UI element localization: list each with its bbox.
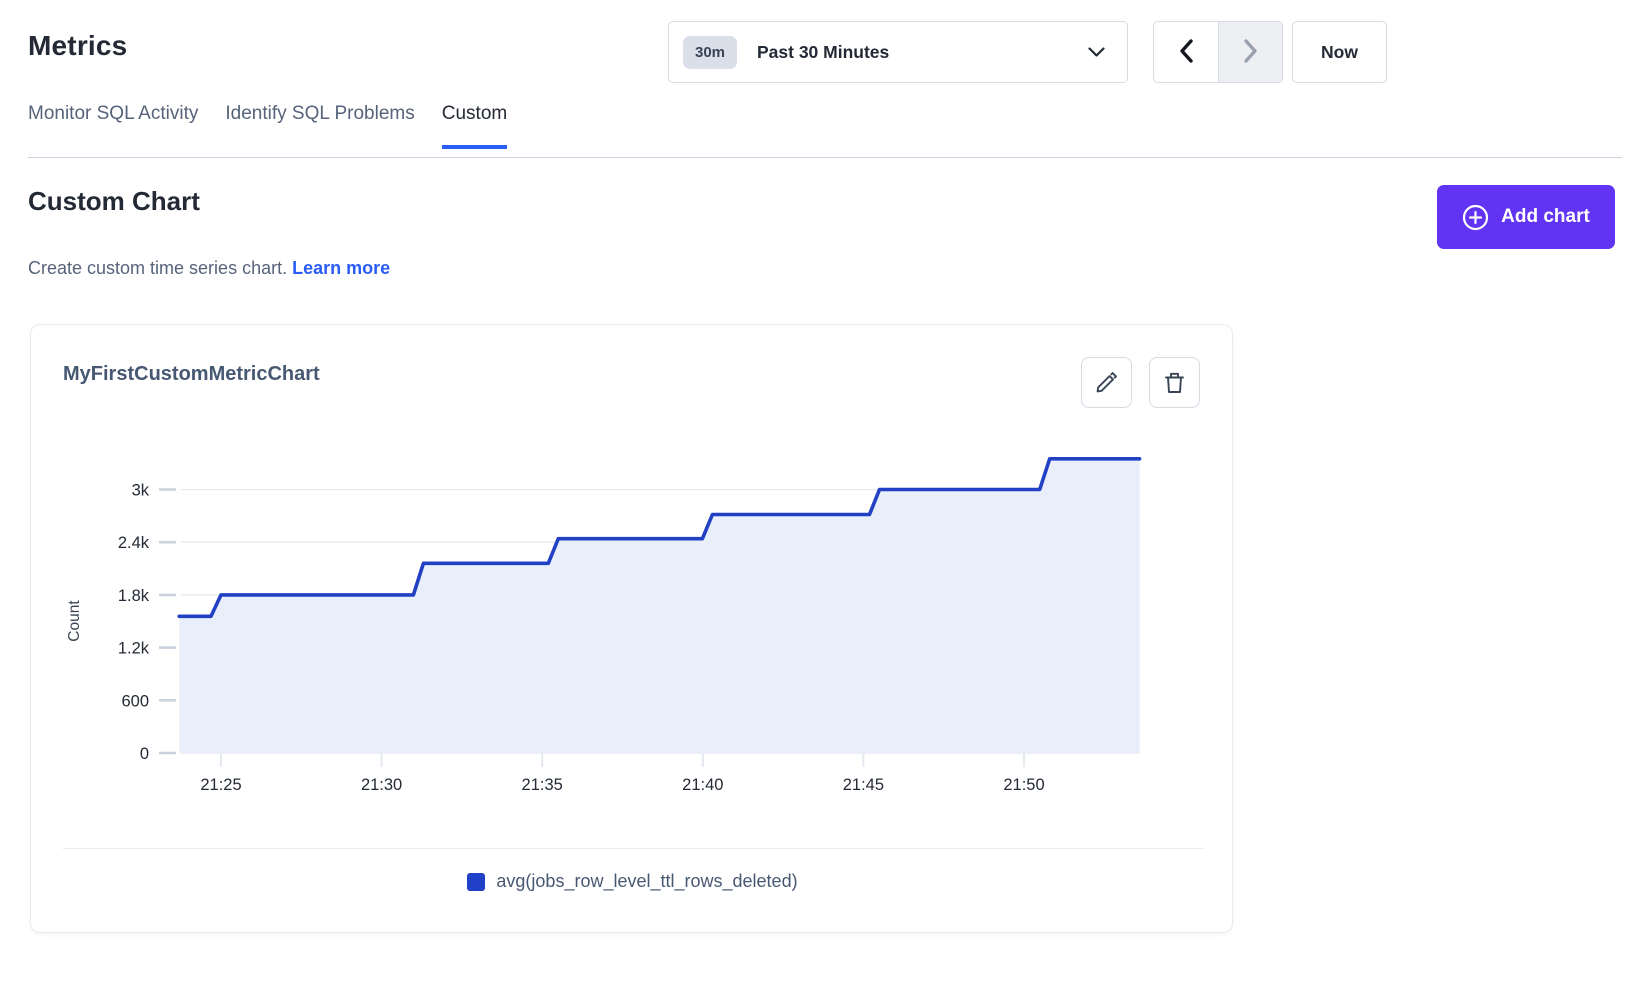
svg-text:0: 0 bbox=[140, 745, 149, 763]
svg-text:21:30: 21:30 bbox=[361, 776, 402, 794]
legend-divider bbox=[63, 848, 1203, 849]
svg-text:21:35: 21:35 bbox=[522, 776, 563, 794]
time-range-dropdown[interactable]: 30m Past 30 Minutes bbox=[668, 21, 1128, 83]
time-range-label: Past 30 Minutes bbox=[757, 42, 889, 63]
chevron-right-icon bbox=[1243, 39, 1259, 66]
section-subtitle: Create custom time series chart. Learn m… bbox=[28, 258, 390, 279]
time-range-badge: 30m bbox=[683, 36, 737, 69]
prev-time-button[interactable] bbox=[1154, 22, 1218, 82]
chart-card: MyFirstCustomMetricChart 0 600 1.2k 1.8k 2.4… bbox=[30, 324, 1233, 933]
plus-circle-icon bbox=[1462, 204, 1489, 231]
trash-icon bbox=[1163, 371, 1186, 394]
svg-text:Count: Count bbox=[66, 600, 83, 642]
add-chart-button[interactable]: Add chart bbox=[1437, 185, 1615, 249]
chart-title: MyFirstCustomMetricChart bbox=[63, 363, 320, 386]
learn-more-link[interactable]: Learn more bbox=[292, 258, 390, 278]
metrics-tabs: Monitor SQL Activity Identify SQL Proble… bbox=[28, 103, 507, 149]
section-title: Custom Chart bbox=[28, 186, 200, 217]
tab-custom[interactable]: Custom bbox=[442, 103, 507, 149]
delete-chart-button[interactable] bbox=[1149, 357, 1200, 408]
svg-text:1.2k: 1.2k bbox=[118, 640, 150, 658]
legend-label: avg(jobs_row_level_ttl_rows_deleted) bbox=[496, 871, 797, 892]
chevron-down-icon bbox=[1088, 47, 1105, 58]
edit-chart-button[interactable] bbox=[1081, 357, 1132, 408]
time-pager bbox=[1153, 21, 1283, 83]
section-subtitle-text: Create custom time series chart. bbox=[28, 258, 287, 278]
chart-legend: avg(jobs_row_level_ttl_rows_deleted) bbox=[31, 871, 1234, 892]
add-chart-label: Add chart bbox=[1501, 206, 1590, 228]
tab-identify-sql-problems[interactable]: Identify SQL Problems bbox=[225, 103, 414, 149]
page-title: Metrics bbox=[28, 30, 127, 62]
next-time-button[interactable] bbox=[1218, 22, 1282, 82]
svg-text:21:40: 21:40 bbox=[682, 776, 723, 794]
svg-text:2.4k: 2.4k bbox=[118, 534, 150, 552]
svg-text:1.8k: 1.8k bbox=[118, 587, 150, 605]
timeseries-plot[interactable]: 0 600 1.2k 1.8k 2.4k 3k Count 21:25 21:30 21:35 21… bbox=[31, 425, 1234, 825]
svg-text:21:50: 21:50 bbox=[1003, 776, 1044, 794]
svg-text:600: 600 bbox=[121, 692, 149, 710]
svg-text:21:25: 21:25 bbox=[200, 776, 241, 794]
legend-swatch bbox=[467, 873, 485, 891]
now-button[interactable]: Now bbox=[1292, 21, 1387, 83]
tabs-divider bbox=[28, 157, 1622, 158]
chevron-left-icon bbox=[1178, 39, 1194, 66]
svg-text:3k: 3k bbox=[132, 482, 150, 500]
pencil-icon bbox=[1095, 371, 1118, 394]
tab-monitor-sql-activity[interactable]: Monitor SQL Activity bbox=[28, 103, 198, 149]
svg-text:21:45: 21:45 bbox=[843, 776, 884, 794]
